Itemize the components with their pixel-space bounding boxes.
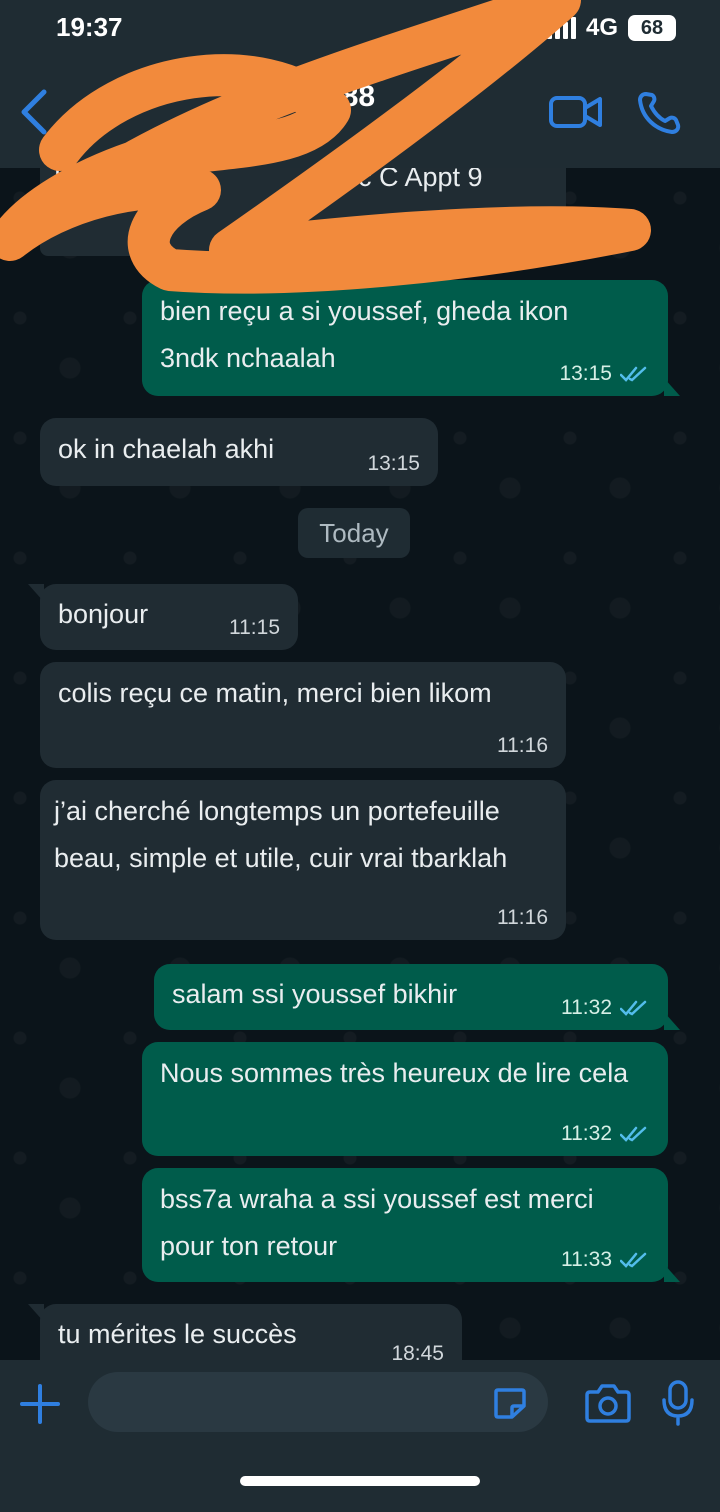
bubble-tail xyxy=(28,584,44,602)
message-time: 11:16 xyxy=(497,734,548,757)
home-indicator xyxy=(240,1476,480,1486)
date-separator: Today xyxy=(298,508,410,558)
message-text: tu mérites le succès xyxy=(58,1319,297,1349)
message-bubble-incoming[interactable]: ok in chaelah akhi 13:15 xyxy=(40,418,438,486)
message-text: j’ai cherché longtemps un portefeuille b… xyxy=(54,796,508,873)
status-time: 19:37 xyxy=(56,12,123,42)
message-bubble-outgoing[interactable]: bien reçu a si youssef, gheda ikon 3ndk … xyxy=(142,280,680,396)
status-indicators: 4G 68 xyxy=(546,14,676,42)
read-ticks-icon xyxy=(620,1126,647,1142)
network-type: 4G xyxy=(585,14,618,41)
video-call-icon[interactable] xyxy=(548,88,604,136)
bubble-tail xyxy=(664,1012,680,1030)
message-time: 11:32 xyxy=(561,1122,612,1145)
message-text: colis reçu ce matin, merci bien likom xyxy=(58,678,492,708)
contact-name[interactable]: 12 661-88 xyxy=(240,80,375,114)
bubble-tail xyxy=(664,1264,680,1282)
message-time: 11:15 xyxy=(229,616,280,639)
message-text: Nous sommes très heureux de lire cela xyxy=(160,1058,629,1088)
read-ticks-icon xyxy=(620,1000,647,1016)
message-bubble-incoming[interactable]: bonjour 11:15 xyxy=(28,584,298,650)
chat-area[interactable]: Re c C Appt 9 bien reçu a si youssef, gh… xyxy=(0,168,720,1360)
message-time: 11:33 xyxy=(561,1248,612,1271)
quoted-address-card[interactable]: Re c C Appt 9 xyxy=(40,168,566,256)
message-bubble-outgoing[interactable]: Nous sommes très heureux de lire cela 11… xyxy=(142,1042,668,1156)
read-ticks-icon xyxy=(620,366,647,382)
quoted-card-line1: Re xyxy=(54,168,89,192)
quoted-card-line2: c C Appt 9 xyxy=(358,168,483,192)
bubble-tail xyxy=(28,1304,44,1322)
back-icon[interactable] xyxy=(14,86,58,138)
message-input[interactable] xyxy=(88,1372,548,1432)
message-bubble-outgoing[interactable]: bss7a wraha a ssi youssef est merci pour… xyxy=(142,1168,680,1282)
message-bubble-incoming[interactable]: j’ai cherché longtemps un portefeuille b… xyxy=(40,780,566,940)
message-time: 18:45 xyxy=(391,1342,444,1360)
message-time: 13:15 xyxy=(367,452,420,475)
plus-icon[interactable] xyxy=(18,1382,62,1426)
message-bubble-incoming[interactable]: colis reçu ce matin, merci bien likom 11… xyxy=(40,662,566,768)
chat-header: 12 661-88 xyxy=(0,60,720,168)
message-bubble-outgoing[interactable]: salam ssi youssef bikhir 11:32 xyxy=(154,964,680,1030)
voice-call-icon[interactable] xyxy=(634,88,690,136)
mic-icon[interactable] xyxy=(660,1380,696,1426)
camera-icon[interactable] xyxy=(584,1382,632,1424)
composer-bar xyxy=(0,1360,720,1512)
message-time: 11:32 xyxy=(561,996,612,1019)
message-time: 11:16 xyxy=(497,906,548,929)
message-time: 13:15 xyxy=(559,362,612,385)
read-ticks-icon xyxy=(620,1252,647,1268)
message-bubble-incoming[interactable]: tu mérites le succès 18:45 xyxy=(28,1304,462,1360)
status-bar: 19:37 4G 68 xyxy=(0,0,720,60)
signal-icon xyxy=(546,17,576,39)
sticker-icon[interactable] xyxy=(492,1386,528,1420)
battery-level: 68 xyxy=(628,15,676,41)
bubble-tail xyxy=(664,378,680,396)
